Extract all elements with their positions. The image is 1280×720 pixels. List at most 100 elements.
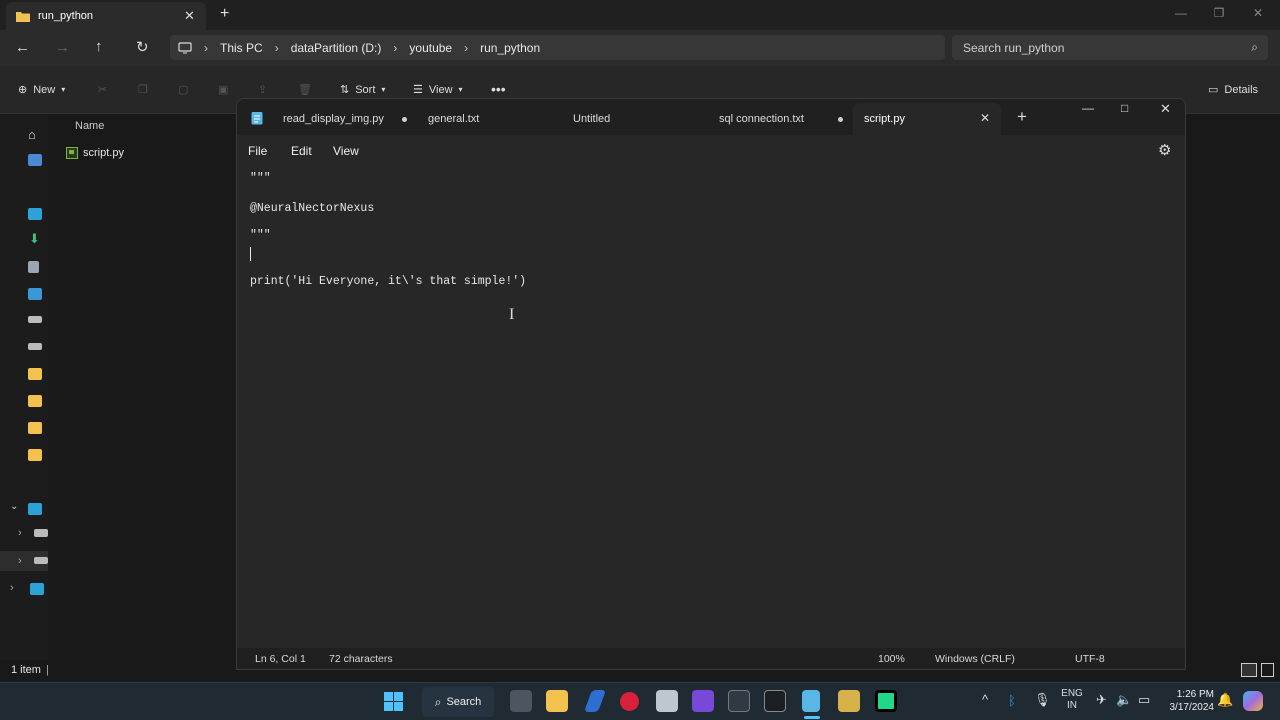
breadcrumb-youtube[interactable]: youtube <box>409 41 452 55</box>
tab-read-display-img[interactable]: read_display_img.py <box>283 103 413 135</box>
language-indicator[interactable]: ENG IN <box>1058 688 1086 712</box>
microphone-icon[interactable]: 🎙 <box>1034 692 1051 708</box>
terminal-icon[interactable] <box>728 690 750 712</box>
breadcrumb-run-python[interactable]: run_python <box>480 41 540 55</box>
explorer-tab-title: run_python <box>38 10 94 22</box>
powershell-icon[interactable] <box>764 690 786 712</box>
chevron-right-icon[interactable]: › <box>10 582 14 594</box>
back-icon[interactable]: ← <box>15 39 30 56</box>
new-button[interactable]: ⊕ New ▾ <box>18 83 65 97</box>
close-tab-icon[interactable]: ✕ <box>980 111 990 125</box>
details-button[interactable]: ▭ Details <box>1208 83 1258 97</box>
new-tab-icon[interactable]: + <box>1017 107 1027 127</box>
drive-icon <box>34 557 48 564</box>
code-line: print('Hi Everyone, it\'s that simple!') <box>250 275 527 288</box>
details-view-icon[interactable] <box>1241 663 1257 677</box>
wifi-icon[interactable]: ✈ <box>1096 692 1107 708</box>
delete-icon[interactable]: 🗑 <box>298 83 312 96</box>
clipchamp-icon[interactable] <box>692 690 714 712</box>
menu-edit[interactable]: Edit <box>291 144 312 158</box>
minimize-icon[interactable]: — <box>1170 5 1192 21</box>
maximize-icon[interactable]: □ <box>1121 101 1128 115</box>
chevron-down-icon[interactable]: ⌄ <box>10 501 18 512</box>
clock[interactable]: 1:26 PM 3/17/2024 <box>1160 688 1215 714</box>
breadcrumb-this-pc[interactable]: This PC <box>220 41 263 55</box>
search-input[interactable]: Search run_python ⌕ <box>952 35 1268 60</box>
file-list: Name script.py <box>48 115 236 660</box>
paste-icon[interactable]: ▢ <box>178 83 188 96</box>
tab-sql-connection[interactable]: sql connection.txt <box>719 103 849 135</box>
tiles-view-icon[interactable] <box>1261 663 1274 677</box>
desktop-icon[interactable] <box>28 208 42 220</box>
new-tab-icon[interactable]: + <box>220 5 229 23</box>
i-beam-cursor-icon: I <box>509 306 515 323</box>
network-icon[interactable] <box>30 583 44 595</box>
pictures-icon[interactable] <box>28 288 42 300</box>
maximize-icon[interactable]: ❐ <box>1208 5 1230 21</box>
forward-icon[interactable]: → <box>55 39 70 56</box>
breadcrumb[interactable]: › This PC › dataPartition (D:) › youtube… <box>170 35 945 60</box>
sort-button[interactable]: ⇅ Sort ▾ <box>340 83 385 97</box>
close-window-icon[interactable]: ✕ <box>1247 5 1269 21</box>
encoding[interactable]: UTF-8 <box>1075 653 1105 665</box>
drive-icon[interactable] <box>28 316 42 323</box>
new-label: New <box>33 83 56 96</box>
pycharm-icon[interactable] <box>875 690 897 712</box>
sticky-notes-icon[interactable] <box>838 690 860 712</box>
drive-icon[interactable] <box>28 343 42 350</box>
chevron-up-icon[interactable]: ^ <box>982 692 988 707</box>
file-explorer-taskbar-icon[interactable] <box>546 690 568 712</box>
tab-script-py[interactable]: script.py ✕ <box>853 103 1001 135</box>
text-editor[interactable]: """ @NeuralNectorNexus """ print('Hi Eve… <box>237 165 1185 649</box>
tab-untitled[interactable]: Untitled <box>573 103 703 135</box>
explorer-tab[interactable]: run_python ✕ <box>6 2 206 30</box>
home-icon[interactable]: ⌂ <box>28 127 36 142</box>
chevron-down-icon: ▾ <box>458 85 463 94</box>
taskbar-search-button[interactable]: ⌕ Search <box>422 687 494 717</box>
documents-icon[interactable] <box>28 261 39 273</box>
folder-icon[interactable] <box>28 395 42 407</box>
drive-icon[interactable] <box>34 529 48 537</box>
active-app-indicator <box>804 716 820 719</box>
folder-icon[interactable] <box>28 422 42 434</box>
rename-icon[interactable]: ▣ <box>218 83 228 96</box>
more-options-icon[interactable]: ••• <box>491 81 506 97</box>
task-view-icon[interactable] <box>510 690 532 712</box>
this-pc-icon[interactable] <box>28 503 42 515</box>
minimize-icon[interactable]: — <box>1082 101 1094 115</box>
zoom-level[interactable]: 100% <box>878 653 905 665</box>
close-window-icon[interactable]: ✕ <box>1160 101 1171 117</box>
windows-start-icon[interactable] <box>384 692 403 711</box>
chevron-right-icon[interactable]: › <box>18 527 22 539</box>
close-tab-icon[interactable]: ✕ <box>184 8 195 24</box>
settings-gear-icon[interactable]: ⚙ <box>1158 141 1171 159</box>
vscode-icon[interactable] <box>583 690 607 712</box>
list-item[interactable]: script.py <box>66 147 124 159</box>
menu-view[interactable]: View <box>333 144 359 158</box>
tab-general[interactable]: general.txt <box>428 103 558 135</box>
volume-icon[interactable]: 🔈 <box>1116 692 1132 708</box>
tab-label: read_display_img.py <box>283 113 384 125</box>
column-header-name[interactable]: Name <box>75 120 104 132</box>
notification-bell-icon[interactable]: 🔔 <box>1217 692 1233 708</box>
view-button[interactable]: ☰ View ▾ <box>413 83 463 97</box>
share-icon[interactable]: ⇪ <box>258 83 267 96</box>
battery-icon[interactable]: ▭ <box>1138 692 1150 708</box>
bluetooth-icon[interactable]: ᛒ <box>1008 693 1016 708</box>
line-ending[interactable]: Windows (CRLF) <box>935 653 1015 665</box>
downloads-icon[interactable]: ⬇ <box>29 231 40 247</box>
refresh-icon[interactable]: ↻ <box>136 38 149 56</box>
menu-file[interactable]: File <box>248 144 267 158</box>
navigation-pane: ⌂ ⬇ ⌄ › › › <box>0 115 48 660</box>
up-icon[interactable]: ↑ <box>95 38 103 55</box>
snipping-tool-icon[interactable] <box>656 690 678 712</box>
breadcrumb-drive[interactable]: dataPartition (D:) <box>291 41 382 55</box>
cut-icon[interactable]: ✂ <box>98 83 107 96</box>
copy-icon[interactable]: ❐ <box>138 83 148 96</box>
gallery-icon[interactable] <box>28 154 42 166</box>
notepad-taskbar-icon[interactable] <box>802 690 820 712</box>
folder-icon[interactable] <box>28 368 42 380</box>
vivaldi-browser-icon[interactable] <box>620 692 639 711</box>
folder-icon[interactable] <box>28 449 42 461</box>
copilot-icon[interactable] <box>1243 691 1263 711</box>
